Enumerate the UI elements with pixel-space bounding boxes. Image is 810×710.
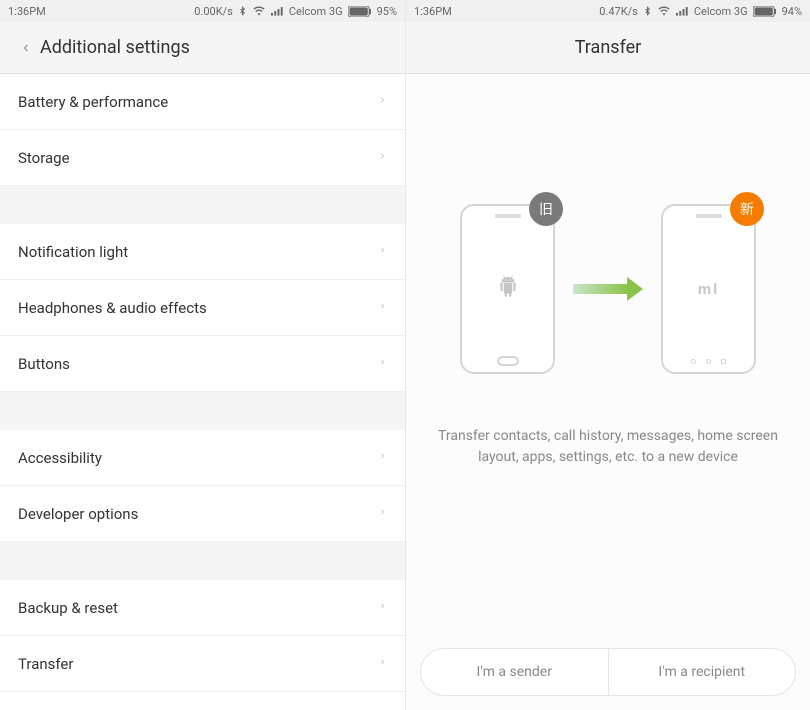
battery-icon (753, 6, 777, 17)
battery-performance-item[interactable]: Battery & performance (0, 74, 405, 130)
settings-list: Battery & performance Storage Notificati… (0, 74, 405, 710)
item-label: Headphones & audio effects (18, 299, 207, 317)
developer-options-item[interactable]: Developer options (0, 486, 405, 542)
chevron-right-icon (378, 92, 387, 112)
transfer-body: 旧 ml 新 Transfer contacts, call history, … (406, 74, 810, 710)
buttons-item[interactable]: Buttons (0, 336, 405, 392)
android-icon (495, 272, 521, 306)
header: Additional settings (0, 22, 405, 74)
recipient-button[interactable]: I'm a recipient (609, 649, 796, 695)
item-label: Buttons (18, 355, 70, 373)
item-label: Accessibility (18, 449, 102, 467)
transfer-illustration: 旧 ml 新 (460, 204, 756, 374)
chevron-right-icon (378, 148, 387, 168)
notification-light-item[interactable]: Notification light (0, 224, 405, 280)
arrow-icon (573, 282, 643, 296)
backup-reset-item[interactable]: Backup & reset (0, 580, 405, 636)
signal-icon (271, 6, 284, 16)
status-speed: 0.00K/s (194, 5, 233, 18)
item-label: Storage (18, 149, 70, 167)
storage-item[interactable]: Storage (0, 130, 405, 186)
item-label: Developer options (18, 505, 138, 523)
status-battery: 95% (377, 5, 397, 18)
item-label: Backup & reset (18, 599, 118, 617)
status-battery: 94% (782, 5, 802, 18)
status-carrier: Celcom 3G (289, 5, 343, 18)
section-gap (0, 542, 405, 580)
transfer-description: Transfer contacts, call history, message… (406, 426, 810, 468)
item-label: Notification light (18, 243, 128, 261)
signal-icon (676, 6, 689, 16)
back-button[interactable] (12, 38, 40, 58)
item-label: Battery & performance (18, 93, 168, 111)
bluetooth-icon (643, 5, 652, 17)
status-time: 1:36PM (414, 5, 452, 18)
mi-logo-icon: ml (698, 281, 720, 298)
header: Transfer (406, 22, 810, 74)
new-phone-illustration: ml 新 (661, 204, 756, 374)
section-gap (0, 392, 405, 430)
page-title: Transfer (406, 37, 810, 58)
battery-icon (348, 6, 372, 17)
transfer-screen: 1:36PM 0.47K/s Celcom 3G 94% Transfer (405, 0, 810, 710)
chevron-right-icon (378, 504, 387, 524)
headphones-audio-item[interactable]: Headphones & audio effects (0, 280, 405, 336)
status-bar: 1:36PM 0.00K/s Celcom 3G 95% (0, 0, 405, 22)
new-badge: 新 (730, 192, 764, 226)
chevron-right-icon (378, 298, 387, 318)
chevron-right-icon (378, 242, 387, 262)
transfer-item[interactable]: Transfer (0, 636, 405, 692)
wifi-icon (657, 6, 671, 17)
status-bar: 1:36PM 0.47K/s Celcom 3G 94% (406, 0, 810, 22)
button-label: I'm a sender (477, 664, 552, 680)
chevron-right-icon (378, 654, 387, 674)
section-gap (0, 186, 405, 224)
bottom-button-group: I'm a sender I'm a recipient (420, 648, 796, 696)
wifi-icon (252, 6, 266, 17)
button-label: I'm a recipient (658, 664, 745, 680)
old-badge: 旧 (529, 192, 563, 226)
page-title: Additional settings (40, 37, 190, 58)
item-label: Transfer (18, 655, 73, 673)
bluetooth-icon (238, 5, 247, 17)
chevron-right-icon (378, 598, 387, 618)
old-phone-illustration: 旧 (460, 204, 555, 374)
status-time: 1:36PM (8, 5, 46, 18)
sender-button[interactable]: I'm a sender (421, 649, 608, 695)
chevron-right-icon (378, 448, 387, 468)
settings-screen: 1:36PM 0.00K/s Celcom 3G 95% Additional … (0, 0, 405, 710)
chevron-right-icon (378, 354, 387, 374)
accessibility-item[interactable]: Accessibility (0, 430, 405, 486)
status-carrier: Celcom 3G (694, 5, 748, 18)
status-speed: 0.47K/s (599, 5, 638, 18)
